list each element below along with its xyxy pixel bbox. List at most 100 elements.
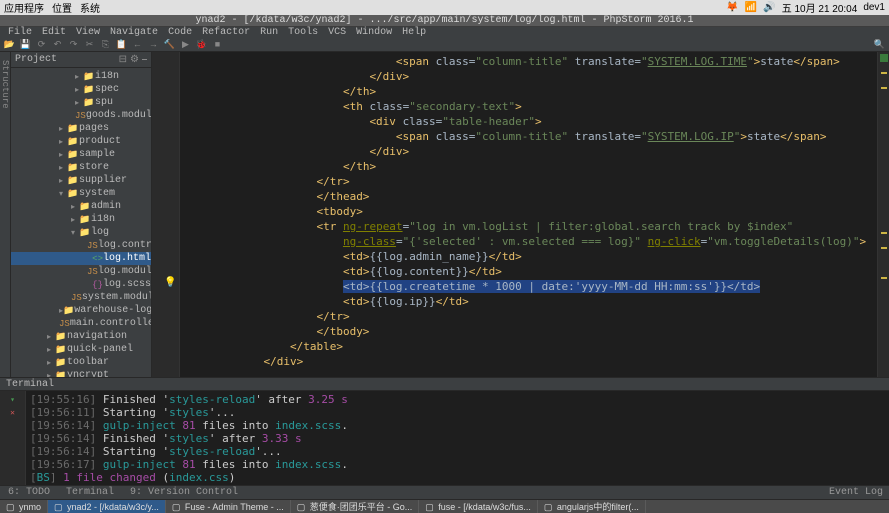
tool-tab[interactable]: Terminal — [58, 487, 122, 498]
tree-node[interactable]: ▸📁spu — [11, 96, 151, 109]
code-line[interactable]: </tbody> — [180, 324, 877, 339]
search-icon[interactable]: 🔍 — [874, 39, 885, 50]
tree-node[interactable]: ▸📁pages — [11, 122, 151, 135]
menu-item[interactable]: View — [72, 27, 104, 38]
structure-tab[interactable]: Structure — [0, 56, 10, 377]
debug-icon[interactable]: 🐞 — [196, 39, 207, 50]
tray-network-icon[interactable]: 📶 — [745, 2, 757, 13]
copy-icon[interactable]: ⎘ — [100, 39, 111, 50]
terminal-output[interactable]: [19:55:16] Finished 'styles-reload' afte… — [26, 391, 889, 485]
sync-icon[interactable]: ⟳ — [36, 39, 47, 50]
code-line[interactable]: <tbody> — [180, 204, 877, 219]
code-line[interactable]: <td>{{log.content}}</td> — [180, 264, 877, 279]
collapse-icon[interactable]: ⊟ — [119, 54, 127, 66]
code-line[interactable]: <tr ng-repeat="log in vm.logList | filte… — [180, 219, 877, 234]
menu-item[interactable]: Code — [164, 27, 196, 38]
tree-node[interactable]: ▸📁quick-panel — [11, 343, 151, 356]
menu-item[interactable]: Edit — [38, 27, 70, 38]
tree-node[interactable]: {}log.scss — [11, 278, 151, 291]
desktop-menu-item[interactable]: 系统 — [80, 0, 100, 15]
tree-node[interactable]: ▸📁i18n — [11, 70, 151, 83]
tree-node[interactable]: ▸📁i18n — [11, 213, 151, 226]
tree-node[interactable]: ▸📁spec — [11, 83, 151, 96]
code-line[interactable]: </div> — [180, 354, 877, 369]
code-line[interactable]: </th> — [180, 84, 877, 99]
menu-item[interactable]: Window — [352, 27, 396, 38]
user-label[interactable]: dev1 — [863, 2, 885, 13]
build-icon[interactable]: 🔨 — [164, 39, 175, 50]
forward-icon[interactable]: → — [148, 39, 159, 50]
code-editor[interactable]: 💡 <span class="column-title" translate="… — [152, 52, 889, 377]
undo-icon[interactable]: ↶ — [52, 39, 63, 50]
warning-mark-icon[interactable] — [881, 277, 887, 279]
redo-icon[interactable]: ↷ — [68, 39, 79, 50]
code-line[interactable]: <span class="column-title" translate="SY… — [180, 54, 877, 69]
taskbar-item[interactable]: ▢fuse - [/kdata/w3c/fus... — [419, 500, 538, 513]
warning-mark-icon[interactable] — [881, 72, 887, 74]
back-icon[interactable]: ← — [132, 39, 143, 50]
taskbar-item[interactable]: ▢Fuse - Admin Theme - ... — [166, 500, 291, 513]
taskbar-item[interactable]: ▢ynad2 - [/kdata/w3c/y... — [48, 500, 166, 513]
tree-node[interactable]: <>log.html — [11, 252, 151, 265]
desktop-menu-item[interactable]: 应用程序 — [4, 0, 44, 15]
taskbar-item[interactable]: ▢angularjs中的filter(... — [538, 500, 646, 513]
code-line[interactable]: <th class="secondary-text"> — [180, 99, 877, 114]
code-line[interactable]: <td>{{log.createtime * 1000 | date:'yyyy… — [180, 279, 877, 294]
open-icon[interactable]: 📂 — [4, 39, 15, 50]
tree-node[interactable]: ▸📁store — [11, 161, 151, 174]
menu-item[interactable]: Navigate — [106, 27, 162, 38]
menu-item[interactable]: Tools — [284, 27, 322, 38]
gear-icon[interactable]: ⚙ — [130, 54, 139, 66]
run-icon[interactable]: ▶ — [180, 39, 191, 50]
taskbar-item[interactable]: ▢ynmo — [0, 500, 48, 513]
bulb-icon[interactable]: 💡 — [164, 277, 176, 289]
tree-node[interactable]: ▸📁supplier — [11, 174, 151, 187]
code-line[interactable]: ng-class="{'selected' : vm.selected === … — [180, 234, 877, 249]
tree-node[interactable]: ▸📁navigation — [11, 330, 151, 343]
event-log-tab[interactable]: Event Log — [829, 487, 889, 498]
warning-mark-icon[interactable] — [881, 87, 887, 89]
desktop-menu-item[interactable]: 位置 — [52, 0, 72, 15]
tree-node[interactable]: ▸📁product — [11, 135, 151, 148]
menu-item[interactable]: VCS — [324, 27, 350, 38]
terminal-header[interactable]: Terminal — [0, 377, 889, 391]
terminal-panel[interactable]: ▾✕ [19:55:16] Finished 'styles-reload' a… — [0, 391, 889, 485]
code-line[interactable]: </div> — [180, 69, 877, 84]
paste-icon[interactable]: 📋 — [116, 39, 127, 50]
tree-node[interactable]: JSlog.module.js — [11, 265, 151, 278]
tray-firefox-icon[interactable]: 🦊 — [726, 2, 738, 13]
tree-node[interactable]: JSmain.controller.js — [11, 317, 151, 330]
tree-node[interactable]: JSlog.controller.js — [11, 239, 151, 252]
tree-node[interactable]: ▾📁system — [11, 187, 151, 200]
code-line[interactable]: </tr> — [180, 174, 877, 189]
code-line[interactable]: <div class="table-header"> — [180, 114, 877, 129]
menu-item[interactable]: Refactor — [198, 27, 254, 38]
stop-icon[interactable]: ■ — [212, 39, 223, 50]
taskbar-item[interactable]: ▢葱便食·团团乐平台 - Go... — [291, 500, 420, 513]
menu-item[interactable]: Help — [398, 27, 430, 38]
tree-node[interactable]: ▸📁warehouse-logistics — [11, 304, 151, 317]
tree-node[interactable]: ▾📁log — [11, 226, 151, 239]
code-line[interactable]: </thead> — [180, 189, 877, 204]
code-line[interactable]: </tr> — [180, 309, 877, 324]
code-line[interactable]: <td>{{log.ip}}</td> — [180, 294, 877, 309]
tool-tab[interactable]: 9: Version Control — [122, 487, 246, 498]
warning-mark-icon[interactable] — [881, 247, 887, 249]
code-line[interactable]: <td>{{log.admin_name}}</td> — [180, 249, 877, 264]
menu-item[interactable]: Run — [256, 27, 282, 38]
tree-node[interactable]: ▸📁toolbar — [11, 356, 151, 369]
tree-node[interactable]: JSsystem.module.js — [11, 291, 151, 304]
tree-node[interactable]: ▸📁sample — [11, 148, 151, 161]
code-line[interactable]: </table> — [180, 339, 877, 354]
tree-node[interactable]: ▸📁yncrypt — [11, 369, 151, 377]
save-icon[interactable]: 💾 — [20, 39, 31, 50]
code-area[interactable]: <span class="column-title" translate="SY… — [180, 52, 877, 377]
code-line[interactable]: </th> — [180, 159, 877, 174]
project-tree[interactable]: ▸📁i18n▸📁spec▸📁spuJSgoods.module.js▸📁page… — [11, 68, 151, 377]
tray-volume-icon[interactable]: 🔊 — [763, 2, 775, 13]
menu-item[interactable]: File — [4, 27, 36, 38]
tree-node[interactable]: ▸📁admin — [11, 200, 151, 213]
editor-error-strip[interactable] — [877, 52, 889, 377]
code-line[interactable]: </div> — [180, 144, 877, 159]
code-line[interactable]: <span class="column-title" translate="SY… — [180, 129, 877, 144]
